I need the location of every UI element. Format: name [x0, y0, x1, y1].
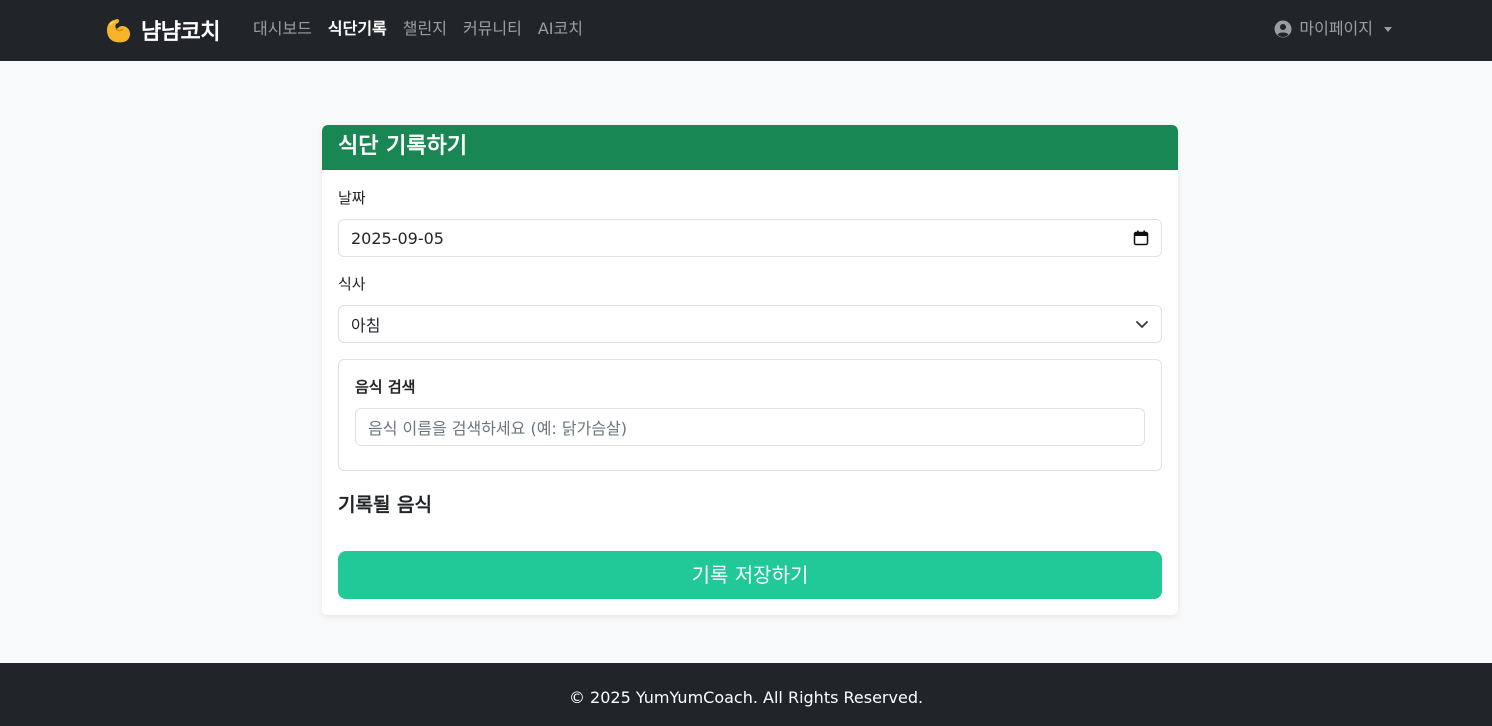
save-record-button[interactable]: 기록 저장하기 — [338, 551, 1162, 599]
main-nav: 대시보드 식단기록 챌린지 커뮤니티 AI코치 — [253, 18, 599, 40]
nav-community[interactable]: 커뮤니티 — [463, 18, 522, 40]
mypage-label: 마이페이지 — [1299, 19, 1373, 38]
user-circle-icon — [1274, 20, 1292, 38]
food-search-input[interactable]: 음식 이름을 검색하세요 (예: 닭가슴살) — [355, 408, 1145, 446]
caret-down-icon — [1384, 26, 1392, 32]
selected-foods-title: 기록될 음식 — [338, 494, 433, 516]
page-footer: © 2025 YumYumCoach. All Rights Reserved. — [0, 663, 1492, 726]
meal-selected-value: 아침 — [351, 316, 381, 335]
nav-ai-coach[interactable]: AI코치 — [538, 18, 583, 40]
meal-select[interactable]: 아침 — [338, 305, 1162, 343]
food-search-panel: 음식 검색 음식 이름을 검색하세요 (예: 닭가슴살) — [338, 359, 1162, 471]
brand-name: 냠냠코치 — [141, 20, 220, 45]
copyright-text: © 2025 YumYumCoach. All Rights Reserved. — [568, 688, 924, 707]
brand-logo[interactable]: 냠냠코치 — [104, 14, 220, 46]
mypage-dropdown[interactable]: 마이페이지 — [1274, 18, 1392, 40]
chevron-down-icon — [1136, 321, 1148, 328]
date-label: 날짜 — [338, 189, 366, 207]
calendar-icon[interactable] — [1133, 230, 1149, 246]
flexed-biceps-icon — [107, 19, 130, 43]
date-input[interactable]: 2025-09-05 — [338, 219, 1162, 257]
page-title: 식단 기록하기 — [338, 134, 468, 159]
nav-meal-log[interactable]: 식단기록 — [328, 18, 387, 40]
meal-label: 식사 — [338, 275, 366, 293]
food-search-label: 음식 검색 — [355, 378, 416, 396]
nav-dashboard[interactable]: 대시보드 — [253, 18, 312, 40]
meal-log-card: 식단 기록하기 날짜 2025-09-05 식사 아침 음식 검색 음식 이름을… — [322, 125, 1178, 615]
card-header: 식단 기록하기 — [322, 125, 1178, 170]
nav-challenge[interactable]: 챌린지 — [403, 18, 447, 40]
top-navbar: 냠냠코치 대시보드 식단기록 챌린지 커뮤니티 AI코치 마이페이지 — [0, 0, 1492, 61]
date-value: 2025-09-05 — [351, 228, 444, 248]
